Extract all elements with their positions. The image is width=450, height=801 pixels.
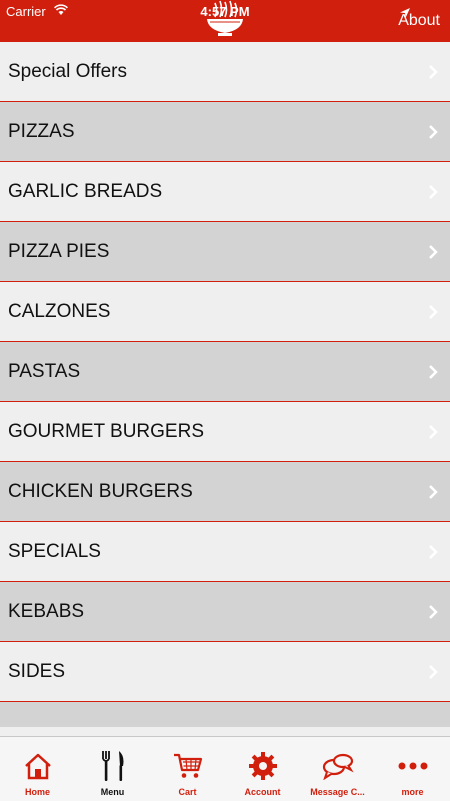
home-icon	[23, 750, 53, 782]
fork-knife-icon	[99, 750, 127, 782]
menu-item-label: PASTAS	[8, 360, 81, 382]
tab-label: Account	[244, 787, 281, 797]
tab-menu[interactable]: Menu	[75, 737, 150, 801]
menu-item-label: GARLIC BREADS	[8, 180, 163, 202]
menu-item-label: SPECIALS	[8, 540, 101, 562]
chevron-right-icon	[429, 545, 438, 559]
menu-item-pizza-pies[interactable]: PIZZA PIES	[0, 222, 450, 282]
chevron-right-icon	[429, 665, 438, 679]
menu-item-pastas[interactable]: PASTAS	[0, 342, 450, 402]
chevron-right-icon	[429, 65, 438, 79]
menu-item-pizzas[interactable]: PIZZAS	[0, 102, 450, 162]
chevron-right-icon	[429, 125, 438, 139]
chevron-right-icon	[429, 185, 438, 199]
chat-bubbles-icon	[322, 750, 354, 782]
chevron-right-icon	[429, 485, 438, 499]
menu-item-label: PIZZAS	[8, 120, 75, 142]
more-dots-icon	[397, 750, 429, 782]
menu-item-label: CHICKEN BURGERS	[8, 480, 193, 502]
menu-item-label: GOURMET BURGERS	[8, 420, 205, 442]
menu-item-garlic-breads[interactable]: GARLIC BREADS	[0, 162, 450, 222]
gear-icon	[248, 750, 278, 782]
menu-item-label: PIZZA PIES	[8, 240, 110, 262]
tab-label: Home	[24, 787, 50, 797]
menu-item-label: CALZONES	[8, 300, 111, 322]
about-button[interactable]: About	[398, 12, 440, 30]
menu-list: Special Offers PIZZAS GARLIC BREADS PIZZ…	[0, 42, 450, 727]
menu-item-sides[interactable]: SIDES	[0, 642, 450, 702]
menu-item-label: Special Offers	[8, 60, 127, 82]
tab-message-center[interactable]: Message C...	[300, 737, 375, 801]
tab-bar: Home Menu Cart Account Message C... more	[0, 736, 450, 801]
menu-item-calzones[interactable]: CALZONES	[0, 282, 450, 342]
chevron-right-icon	[429, 305, 438, 319]
menu-item-gourmet-burgers[interactable]: GOURMET BURGERS	[0, 402, 450, 462]
chevron-right-icon	[429, 605, 438, 619]
chevron-right-icon	[429, 365, 438, 379]
tab-label: Message C...	[310, 787, 365, 797]
menu-item-kebabs[interactable]: KEBABS	[0, 582, 450, 642]
tab-home[interactable]: Home	[0, 737, 75, 801]
tab-label: Menu	[100, 787, 125, 797]
tab-more[interactable]: more	[375, 737, 450, 801]
cart-icon	[173, 750, 203, 782]
menu-item-special-offers[interactable]: Special Offers	[0, 42, 450, 102]
tab-account[interactable]: Account	[225, 737, 300, 801]
chevron-right-icon	[429, 245, 438, 259]
menu-item-label: KEBABS	[8, 600, 85, 622]
status-bar: Carrier 4:57 PM About	[0, 0, 450, 42]
tab-label: more	[401, 787, 424, 797]
menu-item-partial[interactable]	[0, 702, 450, 727]
menu-item-chicken-burgers[interactable]: CHICKEN BURGERS	[0, 462, 450, 522]
noodle-bowl-icon	[201, 0, 249, 47]
menu-item-specials[interactable]: SPECIALS	[0, 522, 450, 582]
menu-item-label: SIDES	[8, 660, 66, 682]
tab-label: Cart	[178, 787, 197, 797]
chevron-right-icon	[429, 425, 438, 439]
tab-cart[interactable]: Cart	[150, 737, 225, 801]
